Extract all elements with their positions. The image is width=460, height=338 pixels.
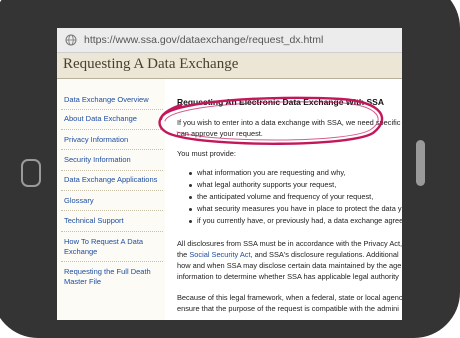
sidebar-divider — [61, 149, 163, 150]
bullet-marker — [189, 220, 192, 223]
disclosure-text: how and when SSA may disclose certain da… — [177, 261, 402, 270]
sidebar-divider — [61, 190, 163, 191]
sidebar-divider — [61, 231, 163, 232]
must-provide-text: You must provide: — [177, 149, 236, 158]
disclosure-text: All disclosures from SSA must be in acco… — [177, 239, 402, 248]
sidebar-item-data-exchange-overview[interactable]: Data Exchange Overview — [64, 95, 164, 105]
sidebar-item-label: Exchange — [64, 247, 98, 256]
page-title: Requesting A Data Exchange — [63, 56, 239, 72]
disclosure-text-fragment: , and SSA's disclosure regulations. Addi… — [250, 250, 399, 259]
bullet-marker — [189, 196, 192, 199]
home-button[interactable] — [21, 159, 41, 187]
list-item: the anticipated volume and frequency of … — [197, 192, 374, 201]
bullet-marker — [189, 184, 192, 187]
list-item: what security measures you have in place… — [197, 204, 402, 213]
legal-framework-text: ensure that the purpose of the request i… — [177, 304, 399, 313]
browser-screen: https://www.ssa.gov/dataexchange/request… — [57, 28, 402, 320]
list-item: if you currently have, or previously had… — [197, 216, 402, 225]
sidebar-item-label: How To Request A Data — [64, 237, 144, 246]
sidebar-divider — [61, 109, 163, 110]
tablet-frame: https://www.ssa.gov/dataexchange/request… — [0, 0, 460, 338]
sidebar-divider — [61, 129, 163, 130]
sidebar-item-label: Master File — [64, 277, 102, 286]
disclosure-text: information to determine whether SSA has… — [177, 272, 399, 281]
sidebar-item-label: Requesting the Full Death — [64, 267, 151, 276]
sidebar-nav: Data Exchange Overview About Data Exchan… — [57, 79, 165, 320]
globe-icon — [65, 34, 77, 46]
list-item: what information you are requesting and … — [197, 168, 346, 177]
sidebar-item-glossary[interactable]: Glossary — [64, 196, 164, 206]
url-text[interactable]: https://www.ssa.gov/dataexchange/request… — [84, 34, 323, 46]
list-item: what legal authority supports your reque… — [197, 180, 337, 189]
sidebar-item-security-information[interactable]: Security Information — [64, 155, 164, 165]
address-bar[interactable]: https://www.ssa.gov/dataexchange/request… — [57, 28, 402, 53]
sidebar-item-technical-support[interactable]: Technical Support — [64, 216, 164, 226]
sidebar-item-data-exchange-applications[interactable]: Data Exchange Applications — [64, 175, 164, 185]
social-security-act-link[interactable]: Social Security Act — [189, 250, 250, 259]
side-button[interactable] — [416, 140, 425, 186]
sidebar-divider — [61, 210, 163, 211]
bullet-marker — [189, 208, 192, 211]
sidebar-item-about-data-exchange[interactable]: About Data Exchange — [64, 114, 164, 124]
bullet-marker — [189, 172, 192, 175]
annotation-ellipse — [158, 96, 384, 145]
sidebar-item-how-to-request[interactable]: How To Request A Data Exchange — [64, 237, 164, 257]
page-header: Requesting A Data Exchange — [57, 53, 402, 79]
sidebar-divider — [61, 170, 163, 171]
sidebar-item-privacy-information[interactable]: Privacy Information — [64, 135, 164, 145]
legal-framework-text: Because of this legal framework, when a … — [177, 293, 402, 302]
disclosure-text: the Social Security Act, and SSA's discl… — [177, 250, 399, 259]
sidebar-item-full-death-master-file[interactable]: Requesting the Full Death Master File — [64, 267, 164, 287]
sidebar-divider — [61, 261, 163, 262]
disclosure-text-fragment: the — [177, 250, 190, 259]
